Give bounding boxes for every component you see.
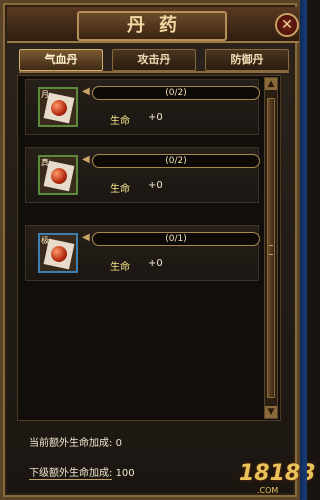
stat-label: 生命 <box>110 184 130 195</box>
progress-bar: (0/2) <box>92 86 260 100</box>
progress-text: (0/1) <box>165 234 187 244</box>
progress-bar: (0/1) <box>92 232 260 246</box>
progress-bar: (0/2) <box>92 154 260 168</box>
progress-left-cap-icon: ◀ <box>82 154 90 165</box>
progress-text: (0/2) <box>165 88 187 98</box>
next-bonus-label: 下级额外生命加成: <box>29 468 113 480</box>
window-title: 丹药 <box>77 11 227 41</box>
stat-value: +0 <box>148 180 163 191</box>
tab-bar: 气血丹 攻击丹 防御丹 <box>19 49 289 71</box>
scroll-down-icon[interactable]: ▼ <box>265 406 277 418</box>
list-item[interactable]: 极 ◀ (0/1) 生命 +0 <box>25 225 260 281</box>
tab-divider <box>19 71 289 73</box>
title-bar: 丹药 ✕ <box>7 7 299 43</box>
stat-label: 生命 <box>110 116 130 127</box>
progress-text: (0/2) <box>165 156 187 166</box>
pill-icon[interactable]: 极 <box>38 233 78 273</box>
close-button[interactable]: ✕ <box>275 13 299 37</box>
tab-fangyu-dan[interactable]: 防御丹 <box>205 49 289 71</box>
scroll-up-icon[interactable]: ▲ <box>265 78 277 90</box>
stat-value: +0 <box>148 258 163 269</box>
watermark-sub: .COM <box>257 486 279 495</box>
current-bonus-label: 当前额外生命加成: <box>29 438 113 449</box>
progress-left-cap-icon: ◀ <box>82 232 90 243</box>
pill-grade-char: 极 <box>41 236 49 245</box>
grip-icon <box>269 245 273 255</box>
background-strip <box>300 0 307 500</box>
tab-gongji-dan[interactable]: 攻击丹 <box>112 49 196 71</box>
current-bonus: 当前额外生命加成: 0 <box>29 434 122 449</box>
site-watermark: 18183 .COM <box>235 459 316 499</box>
next-bonus-value: 100 <box>115 468 135 479</box>
red-pill-icon <box>51 168 67 184</box>
list-item[interactable]: 月 ◀ (0/2) 生命 +0 <box>25 79 260 135</box>
next-bonus: 下级额外生命加成: 100 <box>29 464 135 480</box>
stat-label: 生命 <box>110 262 130 273</box>
tab-qixue-dan[interactable]: 气血丹 <box>19 49 103 71</box>
dan-yao-window: 丹药 ✕ 气血丹 攻击丹 防御丹 月 ◀ (0/2) 生命 +0 真 ◀ (0/… <box>0 0 316 500</box>
list-item[interactable]: 真 ◀ (0/2) 生命 +0 <box>25 147 260 203</box>
pill-icon[interactable]: 真 <box>38 155 78 195</box>
pill-grade-char: 真 <box>41 158 49 167</box>
stat-value: +0 <box>148 112 163 123</box>
pill-icon[interactable]: 月 <box>38 87 78 127</box>
progress-left-cap-icon: ◀ <box>82 86 90 97</box>
scrollbar[interactable]: ▲ ▼ <box>264 77 278 419</box>
scroll-thumb[interactable] <box>267 98 275 398</box>
close-icon: ✕ <box>281 17 293 33</box>
red-pill-icon <box>51 246 67 262</box>
red-pill-icon <box>51 100 67 116</box>
current-bonus-value: 0 <box>115 438 122 449</box>
pill-grade-char: 月 <box>41 90 49 99</box>
